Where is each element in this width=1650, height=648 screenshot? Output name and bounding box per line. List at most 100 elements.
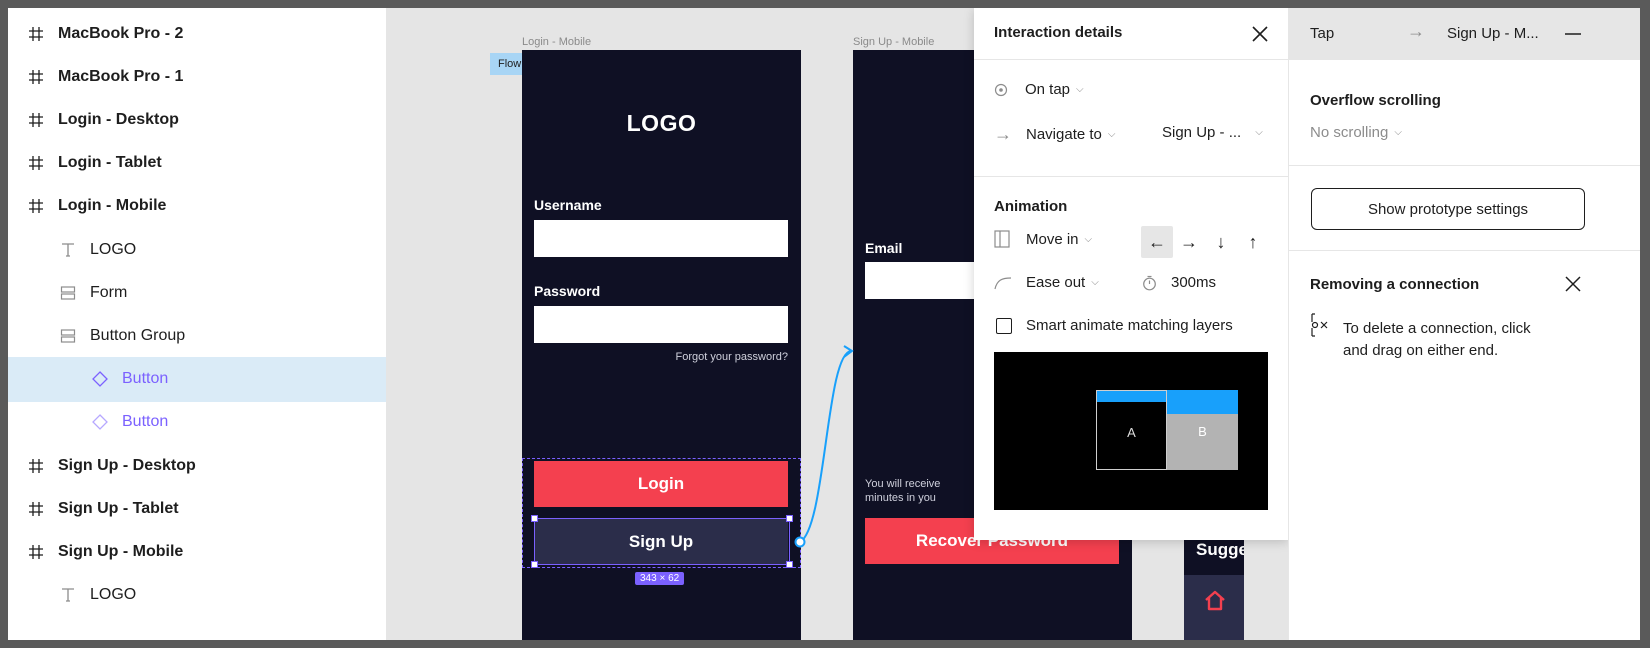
layer-item[interactable]: MacBook Pro - 1 [8,54,386,99]
timer-icon [1143,275,1156,290]
layer-item[interactable]: Sign Up - Tablet [8,486,386,531]
chevron-down-icon: ⌵ [1076,84,1084,95]
interaction-summary-row[interactable]: Tap → Sign Up - M... [1289,8,1640,60]
removing-connection-text: To delete a connection, click and drag o… [1343,318,1531,362]
layer-item[interactable]: Button [8,400,386,445]
easing-row[interactable]: Ease out ⌵ [994,274,1099,291]
frame-icon [26,153,46,173]
layer-label: Sign Up - Desktop [58,456,196,474]
frame-icon [26,196,46,216]
move-in-icon [994,230,1010,248]
layer-item[interactable]: Login - Desktop [8,97,386,142]
layer-label: MacBook Pro - 1 [58,67,184,85]
layer-item[interactable]: LOGO [8,227,386,272]
smart-animate-checkbox[interactable] [996,318,1012,334]
frame-icon [26,67,46,87]
preview-bar-b [1167,390,1238,414]
chevron-down-icon: ⌵ [1084,233,1093,245]
trigger-row[interactable]: On tap ⌵ [994,81,1084,98]
properties-panel: Tap → Sign Up - M... Overflow scrolling … [1288,8,1640,640]
disconnect-icon [1311,313,1328,337]
easing-dropdown[interactable]: Ease out [1026,274,1085,291]
frame-icon [26,24,46,44]
removing-connection-title: Removing a connection [1310,276,1480,293]
divider [1289,250,1640,251]
frame-icon [26,456,46,476]
direction-down-button[interactable]: ↓ [1205,226,1237,258]
figma-app: MacBook Pro - 2 MacBook Pro - 1 Login - De… [8,8,1640,640]
layer-label: LOGO [90,586,137,604]
component-instance-icon [90,369,110,389]
removing-text-line1: To delete a connection, click [1343,320,1531,337]
duration-value[interactable]: 300ms [1171,274,1216,291]
layer-item[interactable]: LOGO [8,573,386,618]
arrow-right-icon: → [1407,21,1425,41]
chevron-down-icon: ⌵ [1394,127,1402,138]
interaction-details-panel: Interaction details On tap ⌵ → Navigate … [974,8,1288,540]
preview-frame-a: A [1096,390,1167,470]
divider [974,176,1288,177]
arrow-right-icon: → [994,124,1012,144]
close-icon[interactable] [1251,25,1269,43]
remove-interaction-icon[interactable] [1565,33,1581,35]
frame-icon [26,542,46,562]
layer-label: Button [122,413,169,431]
chevron-down-icon: ⌵ [1255,127,1263,138]
trigger-dropdown[interactable]: On tap [1025,81,1070,98]
layer-label: Login - Mobile [58,197,167,215]
close-icon[interactable] [1565,276,1581,292]
frame-icon [26,110,46,130]
layer-label: MacBook Pro - 2 [58,24,184,42]
layer-item[interactable]: Sign Up - Mobile [8,529,386,574]
frame-icon [26,499,46,519]
layer-label: Sign Up - Tablet [58,499,179,517]
layer-item[interactable]: Login - Tablet [8,141,386,186]
layer-item[interactable]: Login - Mobile [8,184,386,229]
layer-label: Login - Desktop [58,110,179,128]
direction-up-button[interactable]: ↑ [1237,226,1269,258]
ease-curve-icon [994,276,1012,289]
layer-item[interactable]: Sign Up - Desktop [8,443,386,488]
direction-right-button[interactable]: → [1173,226,1205,258]
chevron-down-icon: ⌵ [1091,277,1099,288]
animation-preview: A B [994,352,1268,510]
layer-label: Button [122,370,169,388]
layer-label: Form [90,283,128,301]
animation-type-row[interactable]: Move in ⌵ [994,230,1092,248]
layer-item[interactable]: Button Group [8,313,386,358]
overflow-dropdown[interactable]: No scrolling ⌵ [1310,124,1402,141]
direction-left-button[interactable]: ← [1141,226,1173,258]
trigger-icon [994,83,1008,96]
layer-item[interactable]: Form [8,270,386,315]
text-icon [58,240,78,260]
show-prototype-settings-button[interactable]: Show prototype settings [1311,188,1585,230]
layer-label: LOGO [90,240,137,258]
overflow-title: Overflow scrolling [1310,92,1441,109]
action-row[interactable]: → Navigate to ⌵ [994,124,1115,145]
chevron-down-icon: ⌵ [1107,129,1116,140]
removing-text-line2: and drag on either end. [1343,342,1499,359]
preview-label-a: A [1127,425,1136,440]
divider [1289,165,1640,166]
layer-label: Button Group [90,326,186,344]
action-dropdown[interactable]: Navigate to [1026,126,1102,143]
layer-label: Login - Tablet [58,154,162,172]
interaction-destination: Sign Up - M... [1447,25,1539,42]
destination-value: Sign Up - ... [1162,124,1242,141]
preview-frame-b: B [1167,390,1238,470]
duration-field[interactable]: 300ms [1142,274,1216,291]
preview-bar-a [1097,391,1166,402]
destination-dropdown[interactable]: Sign Up - ... ⌵ [1162,124,1263,141]
layer-item[interactable]: MacBook Pro - 2 [8,11,386,56]
preview-label-b: B [1198,424,1207,439]
popover-title: Interaction details [994,24,1123,41]
interaction-trigger: Tap [1310,25,1335,42]
popover-header: Interaction details [974,8,1288,60]
component-instance-icon [90,412,110,432]
animation-title: Animation [994,198,1068,215]
layer-item[interactable]: Button [8,356,386,402]
auto-layout-icon [58,326,78,346]
animation-type-dropdown[interactable]: Move in [1026,231,1079,248]
overflow-value: No scrolling [1310,124,1389,141]
text-icon [58,585,78,605]
